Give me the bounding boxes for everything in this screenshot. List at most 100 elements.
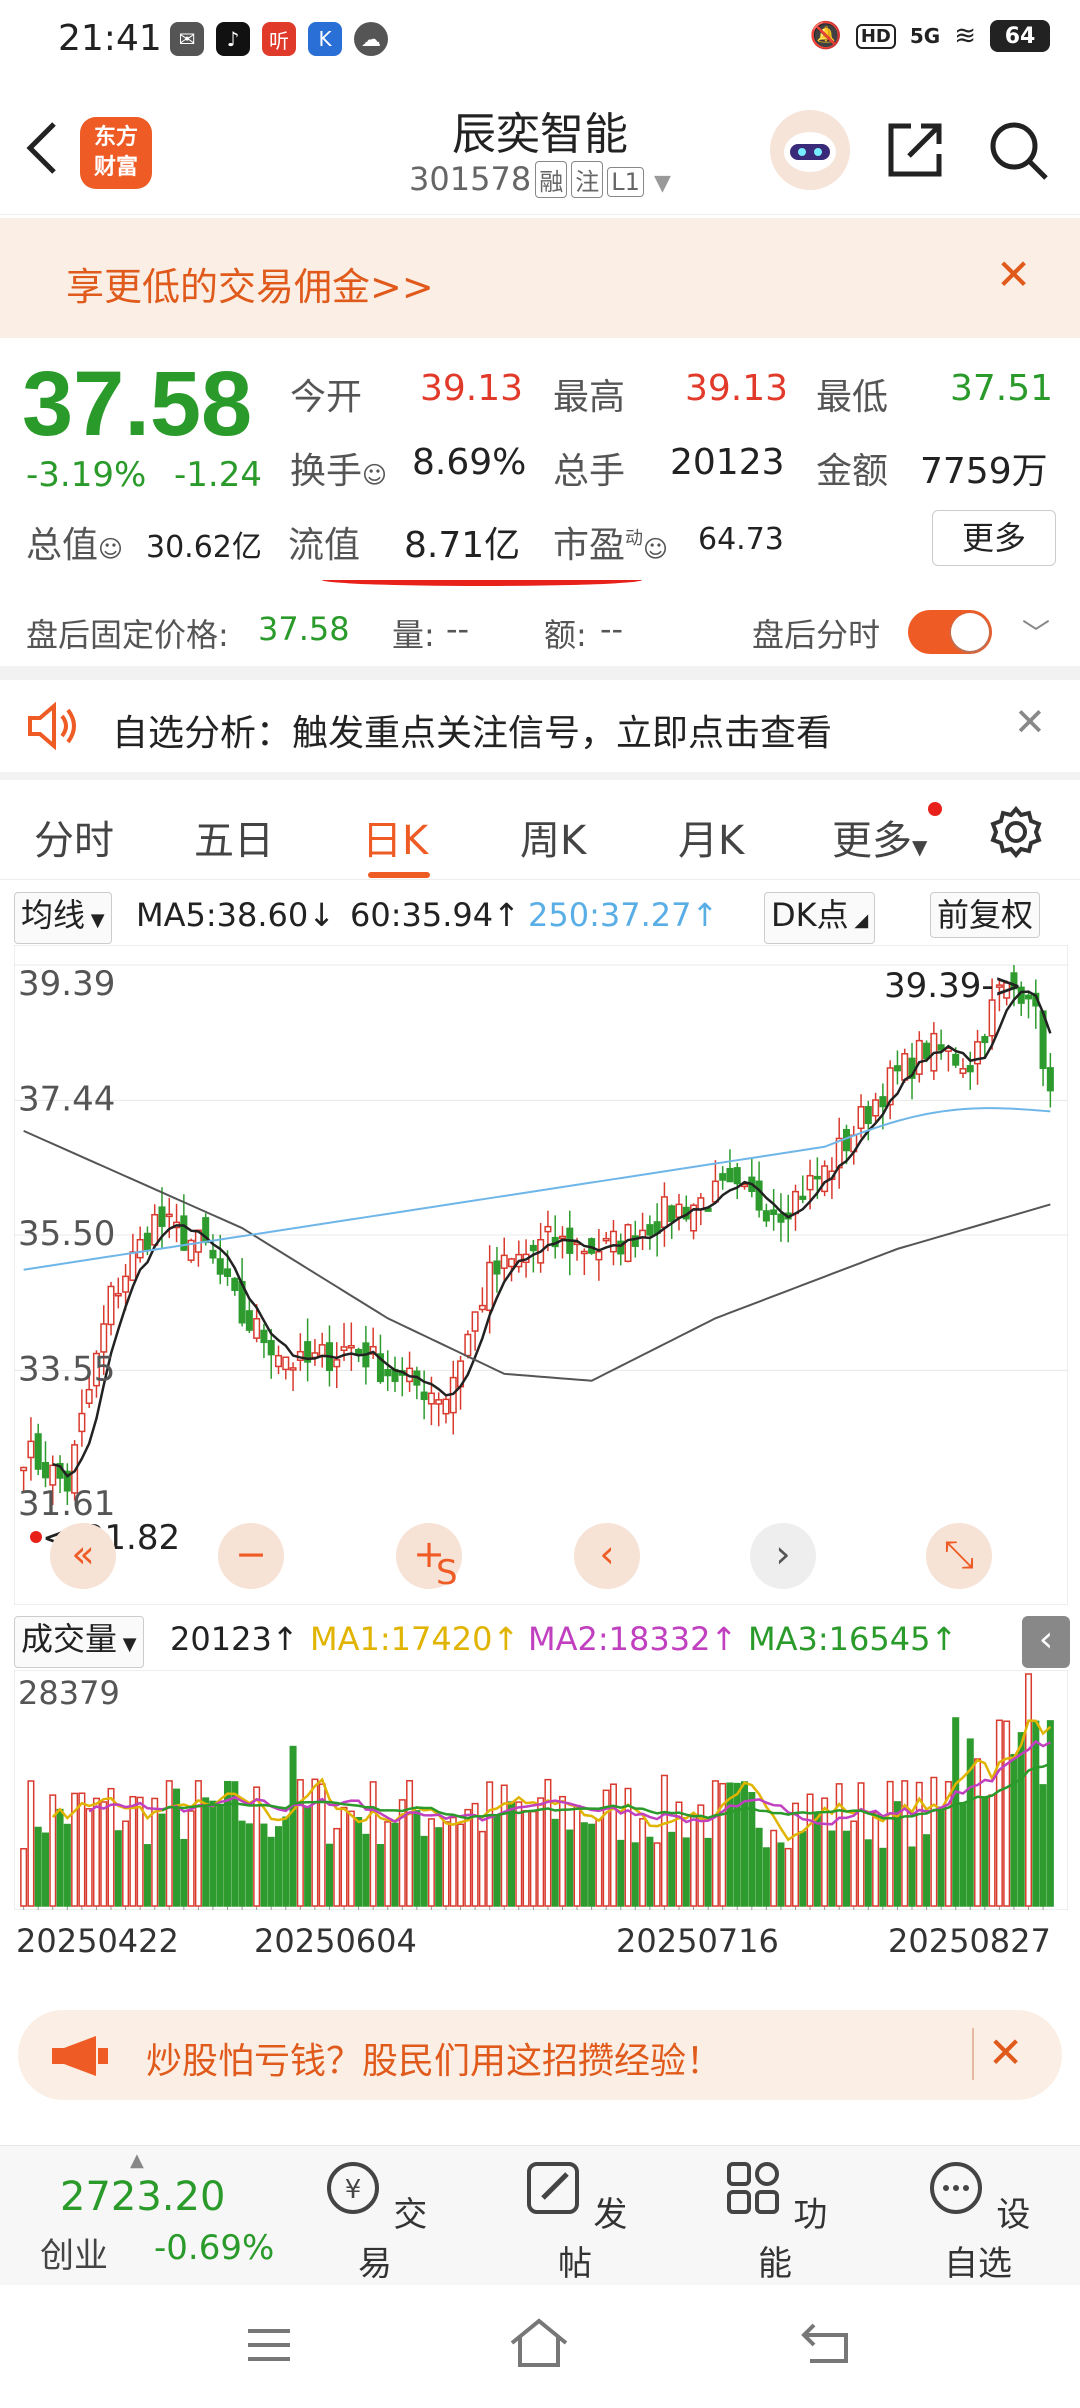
tab-intraday[interactable]: 分时	[34, 808, 114, 866]
close-icon[interactable]: ✕	[988, 2028, 1023, 2077]
index-name: 创业	[40, 2236, 108, 2276]
trade-icon: ¥	[326, 2162, 379, 2214]
zoom-out-button[interactable]: −	[218, 1523, 284, 1589]
high-value: 39.13	[685, 368, 789, 409]
ai-assistant-avatar[interactable]	[770, 110, 850, 190]
volume-bar	[981, 1796, 989, 1907]
candle-body	[813, 1175, 821, 1180]
volume-bar	[609, 1783, 617, 1907]
candle-body	[478, 1304, 486, 1311]
date-axis: 20250422 20250604 20250716 20250827	[0, 1918, 1080, 1964]
candle-body	[915, 1039, 923, 1075]
home-icon[interactable]	[508, 2317, 570, 2369]
volume-bar	[988, 1794, 996, 1907]
candle-body	[136, 1238, 144, 1259]
nav-trade[interactable]: ¥ 交易	[315, 2158, 435, 2285]
low-value: 37.51	[950, 368, 1054, 409]
date-label: 20250827	[888, 1922, 1051, 1960]
registration-tag: 注	[571, 161, 604, 198]
pe-value: 64.73	[698, 522, 784, 557]
kline-chart[interactable]: 39.3937.4435.5033.5531.6139.39-><-31.82 …	[13, 944, 1069, 1606]
tab-daily-k[interactable]: 日K	[362, 808, 428, 866]
wifi-icon: ≋	[954, 21, 976, 51]
candle-body	[872, 1099, 880, 1117]
chevron-down-icon[interactable]: ﹀	[1022, 612, 1050, 652]
candle-body	[529, 1244, 537, 1252]
divider	[0, 666, 1080, 680]
candle-body	[151, 1213, 159, 1246]
candle-body	[806, 1174, 814, 1191]
settings-icon[interactable]	[990, 806, 1042, 858]
search-icon[interactable]	[988, 120, 1050, 182]
candle-body	[1046, 1067, 1054, 1092]
nav-functions[interactable]: 功能	[715, 2158, 835, 2285]
volume-bar	[471, 1802, 479, 1907]
commission-promo-banner[interactable]: 享更低的交易佣金>> ✕	[0, 218, 1080, 338]
ma-dropdown[interactable]: 均线 ▼	[14, 892, 112, 944]
nav-add-watchlist[interactable]: 设自选	[918, 2158, 1038, 2285]
adjust-dropdown[interactable]: 前复权	[930, 892, 1041, 938]
chevron-down-icon: ▼	[654, 171, 671, 196]
volume-bar	[384, 1821, 392, 1907]
tab-weekly-k[interactable]: 周K	[520, 808, 586, 866]
experience-banner[interactable]: 炒股怕亏钱？股民们用这招攒经验！ ✕	[18, 2010, 1062, 2100]
ma5-line	[52, 990, 1052, 1478]
tab-five-day[interactable]: 五日	[194, 808, 274, 866]
divider	[972, 2028, 974, 2080]
volume-bar	[974, 1758, 982, 1907]
candle-body	[486, 1261, 494, 1312]
volume-value: 20123↑	[170, 1620, 299, 1658]
analysis-banner[interactable]: 自选分析：触发重点关注信号，立即点击查看 ✕	[0, 680, 1080, 772]
volume-bar	[544, 1778, 552, 1907]
after-hours-vol: --	[446, 610, 470, 648]
app-notification-icon: ✉	[170, 22, 204, 56]
volume-bar	[639, 1818, 647, 1907]
volume-bar	[828, 1830, 836, 1907]
volume-bar	[835, 1783, 843, 1907]
back-nav-icon[interactable]	[800, 2319, 850, 2365]
volume-bar	[1010, 1754, 1018, 1907]
mute-icon: 🔕	[809, 21, 842, 51]
scroll-right-button[interactable]: ›	[750, 1523, 816, 1589]
volume-bar	[289, 1745, 297, 1907]
after-hours-toggle[interactable]	[908, 610, 992, 654]
fullscreen-icon[interactable]: ⤡	[926, 1523, 992, 1589]
volume-bar	[78, 1792, 86, 1907]
candle-body	[355, 1348, 363, 1355]
after-hours-amt: --	[600, 610, 624, 648]
after-hours-price-label: 盘后固定价格:	[26, 616, 229, 654]
more-button[interactable]: 更多	[932, 510, 1056, 566]
share-icon[interactable]	[885, 120, 945, 180]
candle-body	[231, 1277, 239, 1291]
candle-body	[289, 1367, 297, 1371]
close-icon[interactable]: ✕	[996, 250, 1031, 299]
volume-bar	[122, 1820, 130, 1907]
volume-label: 总手	[553, 451, 626, 492]
ma60-line	[23, 1129, 1051, 1382]
close-icon[interactable]: ✕	[1014, 700, 1046, 744]
menu-icon[interactable]	[244, 2325, 294, 2365]
dk-point-dropdown[interactable]: DK点 ◢	[764, 892, 876, 944]
tab-more[interactable]: 更多▼	[832, 808, 927, 866]
volume-bar	[209, 1800, 217, 1907]
candle-body	[245, 1310, 253, 1331]
collapse-panel-icon[interactable]: ‹	[1022, 1616, 1070, 1668]
volume-bar	[216, 1805, 224, 1907]
scroll-left-button[interactable]: ‹	[574, 1523, 640, 1589]
tab-monthly-k[interactable]: 月K	[678, 808, 744, 866]
candle-body	[340, 1346, 348, 1352]
scroll-left-far-icon[interactable]: «	[50, 1523, 116, 1589]
candle-body	[165, 1213, 173, 1218]
ma250-line	[23, 1107, 1051, 1271]
nav-post[interactable]: 发帖	[515, 2158, 635, 2285]
index-value[interactable]: 2723.20	[60, 2174, 225, 2220]
turnover-label: 换手☺	[290, 451, 388, 492]
volume-bar	[653, 1842, 661, 1907]
volume-dropdown[interactable]: 成交量 ▼	[14, 1616, 144, 1668]
float-cap-value: 8.71亿	[404, 525, 521, 566]
vol-ma2: MA2:18332↑	[528, 1620, 738, 1658]
volume-bar	[413, 1810, 421, 1907]
volume-chart[interactable]: 28379	[13, 1669, 1069, 1911]
volume-bar	[435, 1827, 443, 1907]
expand-arrow-icon[interactable]: ▲	[130, 2150, 144, 2171]
